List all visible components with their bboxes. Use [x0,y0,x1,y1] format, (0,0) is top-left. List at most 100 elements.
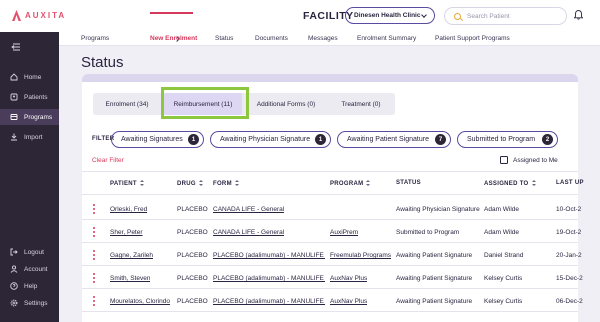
table-row[interactable]: Gagne, Zarileh PLACEBO PLACEBO (adalimum… [82,244,582,267]
sidebar: Home Patients Programs Import Logout Acc… [0,32,59,322]
sidebar-item-settings[interactable]: Settings [0,295,59,311]
assigned-to-me-checkbox[interactable]: Assigned to Me [500,156,558,164]
checkbox-box[interactable] [500,156,508,164]
subnav-patient-support-programs[interactable]: Patient Support Programs [435,35,510,42]
search-input[interactable]: Search Patient [444,7,567,25]
active-tab-highlight [161,87,249,119]
subnav-enrolment-summary[interactable]: Enrolment Summary [357,35,416,42]
clear-filter-link[interactable]: Clear Filter [92,157,124,164]
column-header-drug[interactable]: DRUG [177,180,203,187]
drug-cell: PLACEBO [177,206,208,213]
column-header-assigned-to[interactable]: ASSIGNED TO [484,180,536,187]
drug-cell: PLACEBO [177,229,208,236]
column-header-patient[interactable]: PATIENT [110,180,144,187]
patient-link[interactable]: Sher, Peter [110,229,143,236]
sub-navigation: Programs New Enrolment Status Documents … [59,32,600,46]
facility-select[interactable]: Dinesen Health Clinic [345,7,435,24]
status-cell: Awaiting Physician Signature [396,206,480,213]
subnav-status[interactable]: Status [215,35,233,42]
sidebar-item-label: Home [24,73,42,81]
chip-label: Awaiting Signatures [121,136,183,143]
subnav-programs[interactable]: Programs [81,35,109,42]
sidebar-item-home[interactable]: Home [0,69,59,85]
program-link[interactable]: AuxNav Plus [330,298,367,305]
subnav-messages[interactable]: Messages [308,35,338,42]
column-header-program[interactable]: PROGRAM [330,180,371,187]
sidebar-item-import[interactable]: Import [0,129,59,145]
column-header-form[interactable]: FORM [213,180,239,187]
chip-count-badge: 1 [188,134,199,145]
patient-link[interactable]: Smith, Steven [110,275,150,282]
sidebar-item-logout[interactable]: Logout [0,244,59,260]
search-icon [454,13,461,20]
chip-label: Awaiting Patient Signature [347,136,429,143]
chip-label: Awaiting Physician Signature [220,136,311,143]
column-label: PROGRAM [330,180,364,187]
account-icon [10,265,18,273]
column-label: FORM [213,180,232,187]
subnav-new-enrolment[interactable]: New Enrolment [150,35,197,42]
form-link[interactable]: PLACEBO (adalimumab) - MANULIFE D... [213,298,325,305]
program-link[interactable]: Freemulab Programs [330,252,391,259]
assigned-cell: Adam Wilde [484,206,520,213]
subnav-documents[interactable]: Documents [255,35,288,42]
sidebar-item-account[interactable]: Account [0,261,59,277]
row-actions-icon[interactable] [93,273,95,283]
program-link[interactable]: AuxNav Plus [330,275,367,282]
table-divider [82,171,578,172]
form-link[interactable]: PLACEBO (adalimumab) - MANULIFE D... [213,275,325,282]
row-actions-icon[interactable] [93,227,95,237]
column-header-status[interactable]: STATUS [396,180,421,186]
assigned-cell: Kelsey Curtis [484,275,523,282]
form-link[interactable]: CANADA LIFE - General [213,206,284,213]
notification-bell-icon[interactable] [574,10,583,20]
filter-chip-submitted-to-program[interactable]: Submitted to Program 2 [457,131,558,148]
sidebar-item-label: Logout [24,248,44,256]
patient-link[interactable]: Mourelatos, Clorindo [110,298,170,305]
sidebar-item-label: Programs [24,113,53,121]
sidebar-item-label: Patients [24,93,48,101]
patient-link[interactable]: Orleski, Fred [110,206,147,213]
table-row[interactable]: Mourelatos, Clorindo PLACEBO PLACEBO (ad… [82,290,583,313]
assigned-cell: Daniel Strand [484,252,524,259]
filter-chip-awaiting-physician-signature[interactable]: Awaiting Physician Signature 1 [210,131,331,148]
tab-treatment[interactable]: Treatment (0) [329,93,393,115]
tab-additional-forms[interactable]: Additional Forms (0) [248,93,324,115]
status-cell: Awaiting Patient Signature [396,298,473,305]
logout-icon [10,248,18,256]
filter-chip-awaiting-patient-signature[interactable]: Awaiting Patient Signature 7 [337,131,451,148]
form-link[interactable]: PLACEBO (adalimumab) - MANULIFE D... [213,252,325,259]
patients-icon [10,93,18,101]
last-updated-cell: 06-Dec-2 [556,298,583,305]
table-header: PATIENT DRUG FORM PROGRAM STATUS ASSIGNE… [82,180,583,190]
row-actions-icon[interactable] [93,250,95,260]
table-row[interactable]: Orleski, Fred PLACEBO CANADA LIFE - Gene… [82,198,581,221]
settings-icon [10,299,18,307]
auxita-logo[interactable]: AUXITA [12,10,66,21]
collapse-sidebar-icon[interactable] [11,43,21,51]
last-updated-cell: 15-Dec-2 [556,275,583,282]
column-header-last-updated[interactable]: LAST UP [556,180,584,186]
tab-enrolment[interactable]: Enrolment (34) [93,93,161,115]
chip-count-badge: 2 [542,134,553,145]
sort-icon [198,180,203,187]
column-label: STATUS [396,180,421,186]
sidebar-item-patients[interactable]: Patients [0,89,59,105]
filter-chip-awaiting-signatures[interactable]: Awaiting Signatures 1 [111,131,204,148]
row-actions-icon[interactable] [93,204,95,214]
table-row[interactable]: Sher, Peter PLACEBO CANADA LIFE - Genera… [82,221,581,244]
assigned-to-me-label: Assigned to Me [513,156,558,164]
program-link[interactable]: AuxiPrem [330,229,358,236]
logo-mark-icon [12,10,21,21]
row-actions-icon[interactable] [93,296,95,306]
sidebar-item-programs[interactable]: Programs [0,109,59,125]
sidebar-item-help[interactable]: Help [0,278,59,294]
row-divider [82,311,578,312]
chip-count-badge: 1 [315,134,326,145]
form-link[interactable]: CANADA LIFE - General [213,229,284,236]
table-row[interactable]: Smith, Steven PLACEBO PLACEBO (adalimuma… [82,267,583,290]
status-cell: Awaiting Patient Signature [396,252,473,259]
sort-icon [531,180,536,187]
patient-link[interactable]: Gagne, Zarileh [110,252,153,259]
assigned-cell: Kelsey Curtis [484,298,523,305]
